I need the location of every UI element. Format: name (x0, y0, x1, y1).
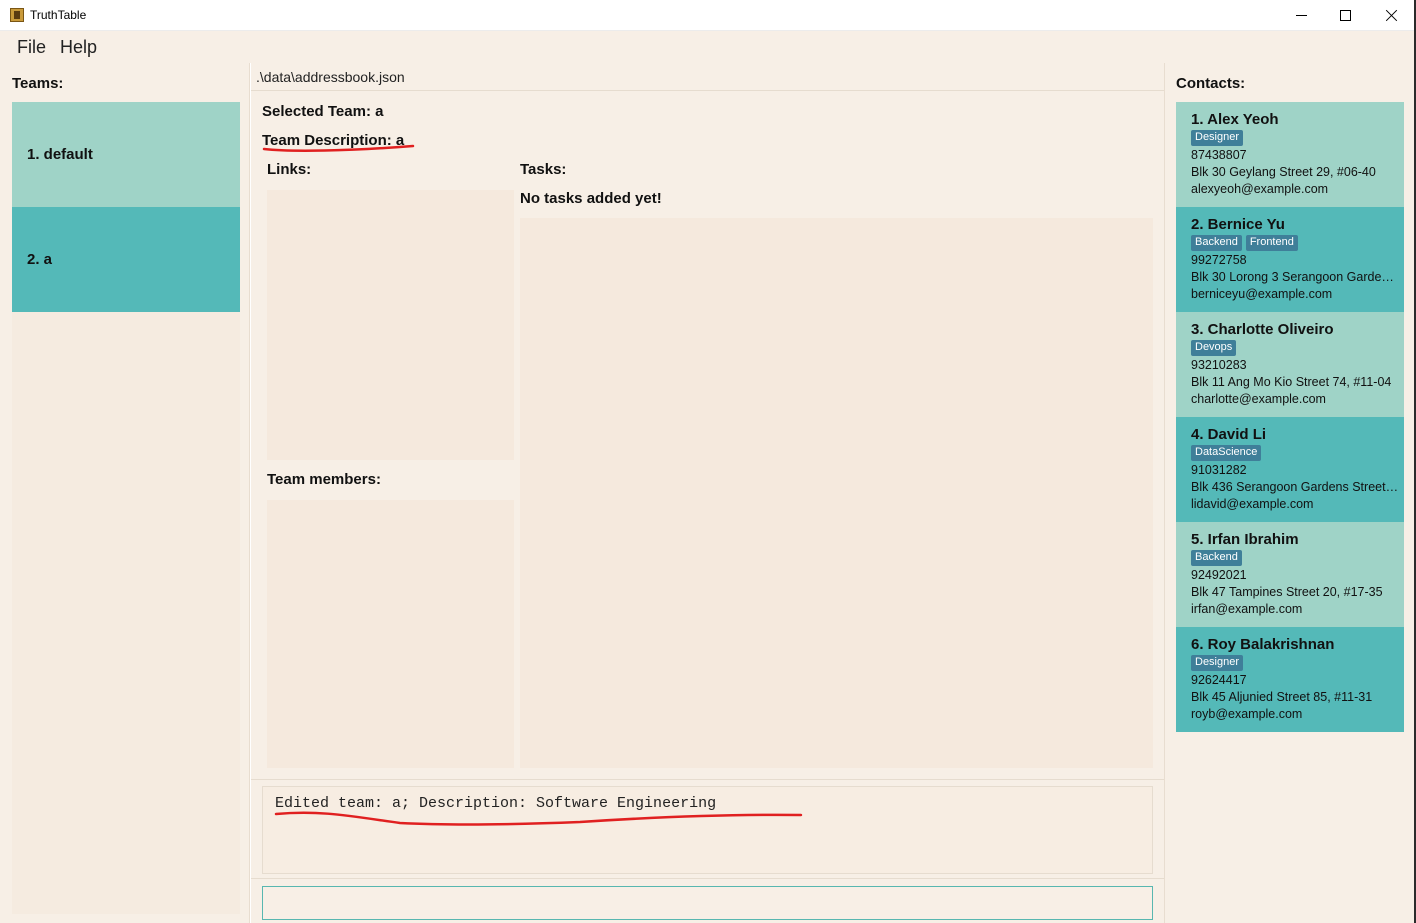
title-bar: TruthTable (0, 0, 1416, 31)
contact-name: 3. Charlotte Oliveiro (1191, 321, 1334, 338)
contact-address: Blk 11 Ang Mo Kio Street 74, #11-04 (1191, 375, 1392, 389)
contact-card[interactable]: 4. David Li DataScience 91031282 Blk 436… (1176, 417, 1404, 522)
contact-card[interactable]: 1. Alex Yeoh Designer 87438807 Blk 30 Ge… (1176, 102, 1404, 207)
close-button[interactable] (1368, 0, 1414, 31)
contact-phone: 91031282 (1191, 463, 1247, 477)
teams-heading: Teams: (12, 75, 64, 92)
contact-email: charlotte@example.com (1191, 392, 1326, 406)
contact-email: royb@example.com (1191, 707, 1303, 721)
contacts-heading: Contacts: (1176, 75, 1246, 92)
team-card-label: 1. default (27, 146, 93, 163)
menu-file[interactable]: File (10, 37, 53, 58)
tasks-list[interactable] (520, 218, 1153, 768)
divider (251, 779, 1164, 780)
selected-team: Selected Team: a (262, 103, 384, 120)
contact-phone: 99272758 (1191, 253, 1247, 267)
contact-address: Blk 45 Aljunied Street 85, #11-31 (1191, 690, 1373, 704)
contact-address: Blk 30 Lorong 3 Serangoon Gardens, #07-1… (1191, 270, 1399, 284)
menu-bar: File Help (0, 31, 1414, 63)
divider (251, 90, 1164, 91)
result-text: Edited team: a; Description: Software En… (275, 795, 717, 812)
teams-list[interactable]: 1. default 2. a (12, 102, 240, 914)
tag-badge: Backend (1191, 235, 1242, 251)
maximize-icon (1339, 10, 1351, 21)
contact-card[interactable]: 6. Roy Balakrishnan Designer 92624417 Bl… (1176, 627, 1404, 732)
contacts-list[interactable]: 1. Alex Yeoh Designer 87438807 Blk 30 Ge… (1176, 102, 1404, 732)
file-path: .\data\addressbook.json (256, 69, 405, 85)
tasks-heading: Tasks: (520, 161, 567, 178)
contact-name: 6. Roy Balakrishnan (1191, 636, 1335, 653)
minimize-button[interactable] (1278, 0, 1324, 31)
contact-email: berniceyu@example.com (1191, 287, 1333, 301)
maximize-button[interactable] (1322, 0, 1368, 31)
divider (251, 878, 1164, 879)
contact-email: lidavid@example.com (1191, 497, 1314, 511)
result-display[interactable]: Edited team: a; Description: Software En… (262, 786, 1153, 874)
links-heading: Links: (267, 161, 312, 178)
tag-badge: Backend (1191, 550, 1242, 566)
tag-badge: Devops (1191, 340, 1237, 356)
team-card[interactable]: 2. a (12, 207, 240, 312)
contact-phone: 92492021 (1191, 568, 1247, 582)
contact-name: 4. David Li (1191, 426, 1267, 443)
contact-phone: 87438807 (1191, 148, 1247, 162)
contact-tags: Designer (1191, 130, 1404, 147)
contacts-panel: Contacts: 1. Alex Yeoh Designer 87438807… (1164, 63, 1414, 923)
contact-tags: Designer (1191, 655, 1404, 672)
teams-panel: Teams: 1. default 2. a (0, 63, 250, 923)
contact-tags: Backend Frontend (1191, 235, 1404, 252)
contact-address: Blk 30 Geylang Street 29, #06-40 (1191, 165, 1376, 179)
contact-name: 5. Irfan Ibrahim (1191, 531, 1299, 548)
team-members-heading: Team members: (267, 471, 381, 488)
contact-card[interactable]: 2. Bernice Yu Backend Frontend 99272758 … (1176, 207, 1404, 312)
team-description: Team Description: a (262, 132, 405, 149)
contact-name: 2. Bernice Yu (1191, 216, 1285, 233)
tag-badge: Designer (1191, 655, 1244, 671)
contact-email: irfan@example.com (1191, 602, 1303, 616)
contact-card[interactable]: 3. Charlotte Oliveiro Devops 93210283 Bl… (1176, 312, 1404, 417)
contact-email: alexyeoh@example.com (1191, 182, 1329, 196)
contact-tags: DataScience (1191, 445, 1404, 462)
contact-name: 1. Alex Yeoh (1191, 111, 1279, 128)
menu-help[interactable]: Help (53, 37, 104, 58)
minimize-icon (1295, 15, 1307, 16)
team-card-label: 2. a (27, 251, 53, 268)
tag-badge: Designer (1191, 130, 1244, 146)
contact-address: Blk 47 Tampines Street 20, #17-35 (1191, 585, 1383, 599)
app-icon (10, 8, 24, 22)
window-title: TruthTable (30, 8, 87, 22)
contact-tags: Backend (1191, 550, 1404, 567)
contact-phone: 93210283 (1191, 358, 1247, 372)
contact-card[interactable]: 5. Irfan Ibrahim Backend 92492021 Blk 47… (1176, 522, 1404, 627)
contact-phone: 92624417 (1191, 673, 1247, 687)
links-list[interactable] (267, 190, 514, 460)
team-card[interactable]: 1. default (12, 102, 240, 207)
contact-tags: Devops (1191, 340, 1404, 357)
tag-badge: DataScience (1191, 445, 1262, 461)
no-tasks-message: No tasks added yet! (520, 190, 662, 207)
team-detail-panel: .\data\addressbook.json Selected Team: a… (251, 63, 1164, 923)
close-icon (1385, 9, 1398, 22)
tag-badge: Frontend (1245, 235, 1298, 251)
contact-address: Blk 436 Serangoon Gardens Street 26, #16… (1191, 480, 1399, 494)
team-members-list[interactable] (267, 500, 514, 768)
command-input[interactable] (262, 886, 1153, 920)
